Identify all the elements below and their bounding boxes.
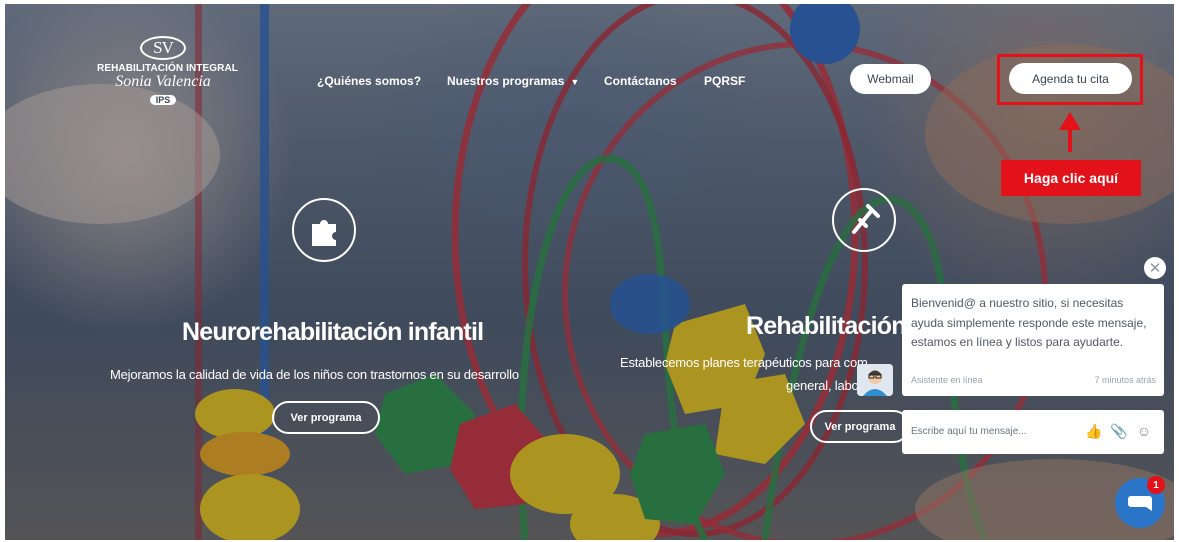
chat-message-card[interactable]: Bienvenid@ a nuestro sitio, si necesitas… — [902, 284, 1164, 396]
arrow-shaft — [1068, 128, 1072, 152]
site-logo[interactable]: SV REHABILITACIÓN INTEGRAL Sonia Valenci… — [97, 36, 238, 116]
logo-monogram: SV — [140, 36, 186, 60]
agent-avatar — [857, 364, 893, 396]
paperclip-icon[interactable]: 📎 — [1110, 422, 1128, 440]
smiley-icon[interactable]: ☺ — [1135, 422, 1153, 440]
chat-message-text: Bienvenid@ a nuestro sitio, si necesitas… — [911, 296, 1147, 349]
chat-timestamp: 7 minutos atrás — [1094, 375, 1156, 385]
nav-item-pqrsf[interactable]: PQRSF — [704, 74, 745, 88]
chat-message-input[interactable]: Escribe aquí tu mensaje... — [911, 426, 1027, 437]
nav-item-label: PQRSF — [704, 74, 746, 88]
nav-item-label: ¿Quiénes somos? — [317, 74, 422, 88]
crutch-icon — [832, 188, 896, 252]
chat-input-box[interactable]: Escribe aquí tu mensaje... 👍 📎 ☺ — [902, 410, 1164, 454]
puzzle-icon — [292, 198, 356, 262]
nav-item-quienes-somos[interactable]: ¿Quiénes somos? — [317, 74, 421, 88]
chat-agent-name: Asistente en línea — [911, 375, 983, 385]
program-subtitle: Mejoramos la calidad de vida de los niño… — [110, 367, 519, 382]
logo-ips-badge: IPS — [149, 95, 177, 105]
program-subtitle-line1: Establecemos planes terapéuticos para co… — [620, 355, 868, 370]
program-title: Rehabilitación — [746, 312, 906, 340]
chevron-down-icon: ▼ — [570, 77, 580, 87]
ver-programa-button[interactable]: Ver programa — [272, 401, 380, 434]
haga-clic-aqui-label: Haga clic aquí — [1001, 160, 1141, 196]
highlight-box — [997, 54, 1143, 105]
ver-programa-button[interactable]: Ver programa — [810, 410, 910, 443]
thumbs-up-icon[interactable]: 👍 — [1085, 422, 1103, 440]
nav-item-nuestros-programas[interactable]: Nuestros programas ▼ — [447, 74, 579, 88]
program-title: Neurorehabilitación infantil — [182, 318, 484, 346]
nav-item-label: Nuestros programas — [447, 74, 565, 88]
program-subtitle-line2: general, labo — [786, 378, 859, 393]
webmail-button[interactable]: Webmail — [850, 64, 931, 94]
nav-item-contactanos[interactable]: Contáctanos — [604, 74, 677, 88]
nav-item-label: Contáctanos — [604, 74, 677, 88]
logo-line2: Sonia Valencia — [115, 73, 211, 90]
notification-badge: 1 — [1147, 476, 1165, 494]
close-icon[interactable]: ✕ — [1144, 257, 1166, 279]
